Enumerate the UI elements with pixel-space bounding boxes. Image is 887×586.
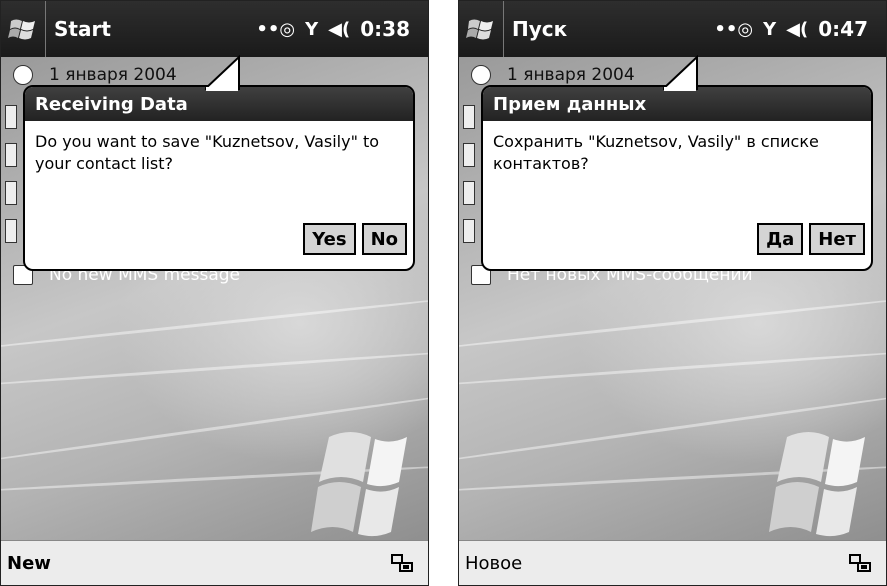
wallpaper-swoosh: [1, 295, 428, 352]
dialog-buttons: Да Нет: [757, 223, 865, 255]
new-menu[interactable]: New: [7, 553, 51, 574]
yes-button[interactable]: Да: [757, 223, 804, 255]
signal-antenna-icon[interactable]: Y: [763, 19, 776, 40]
dialog-title: Receiving Data: [25, 87, 413, 121]
pocketpc-screen-russian: Пуск ••◎ Y ◀( 0:47 1 января 2004 Нет нов…: [458, 0, 887, 586]
navigation-bar: Start ••◎ Y ◀( 0:38: [1, 1, 428, 57]
calendar-icon: [463, 143, 475, 167]
no-button[interactable]: Нет: [809, 223, 865, 255]
new-menu[interactable]: Новое: [465, 553, 522, 574]
navigation-bar: Пуск ••◎ Y ◀( 0:47: [459, 1, 886, 57]
keyboard-input-icon[interactable]: [390, 553, 414, 573]
keyboard-input-icon[interactable]: [848, 553, 872, 573]
connectivity-icon[interactable]: ••◎: [714, 19, 753, 40]
owner-info-icon: [463, 105, 475, 129]
receiving-data-dialog: Прием данных Сохранить "Kuznetsov, Vasil…: [481, 55, 873, 271]
clock[interactable]: 0:38: [360, 17, 410, 41]
windows-flag-icon[interactable]: [459, 1, 504, 57]
speaker-volume-icon[interactable]: ◀(: [786, 19, 808, 40]
date-text: 1 января 2004: [507, 65, 635, 85]
wallpaper-swoosh: [1, 349, 428, 388]
clock-icon: [471, 65, 491, 85]
inbox-icon: [463, 219, 475, 243]
tasks-icon: [5, 181, 17, 205]
calendar-icon: [5, 143, 17, 167]
connectivity-icon[interactable]: ••◎: [256, 19, 295, 40]
receiving-data-dialog: Receiving Data Do you want to save "Kuzn…: [23, 55, 415, 271]
windows-logo-icon: [769, 432, 865, 537]
status-icons: ••◎ Y ◀( 0:47: [714, 17, 868, 41]
dialog-title: Прием данных: [483, 87, 871, 121]
owner-info-icon: [5, 105, 17, 129]
tasks-icon: [463, 181, 475, 205]
windows-flag-icon[interactable]: [1, 1, 46, 57]
start-menu-label[interactable]: Пуск: [512, 17, 714, 41]
windows-logo-icon: [311, 432, 407, 537]
wallpaper-swoosh: [459, 349, 886, 388]
clock-icon: [13, 65, 33, 85]
no-button[interactable]: No: [361, 223, 407, 255]
yes-button[interactable]: Yes: [303, 223, 356, 255]
pocketpc-screen-english: Start ••◎ Y ◀( 0:38 1 января 2004 No new…: [0, 0, 429, 586]
signal-antenna-icon[interactable]: Y: [305, 19, 318, 40]
dialog-message: Сохранить "Kuznetsov, Vasily" в списке к…: [493, 132, 819, 173]
start-menu-label[interactable]: Start: [54, 17, 256, 41]
inbox-icon: [5, 219, 17, 243]
status-icons: ••◎ Y ◀( 0:38: [256, 17, 410, 41]
menu-bar: Новое: [459, 540, 886, 585]
dialog-message: Do you want to save "Kuznetsov, Vasily" …: [35, 132, 380, 173]
wallpaper-swoosh: [459, 295, 886, 352]
dialog-buttons: Yes No: [303, 223, 407, 255]
speaker-volume-icon[interactable]: ◀(: [328, 19, 350, 40]
menu-bar: New: [1, 540, 428, 585]
clock[interactable]: 0:47: [818, 17, 868, 41]
date-text: 1 января 2004: [49, 65, 177, 85]
